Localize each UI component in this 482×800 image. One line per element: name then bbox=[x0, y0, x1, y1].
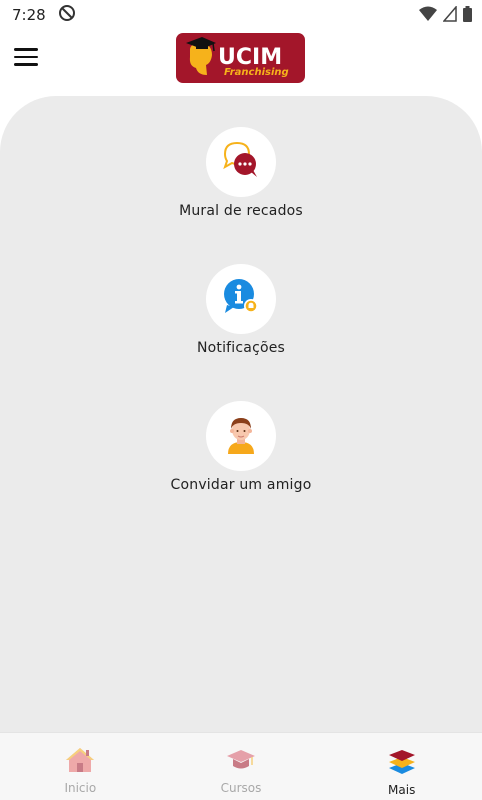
nav-item-mais[interactable]: Mais bbox=[321, 733, 482, 800]
signal-icon bbox=[442, 4, 457, 26]
menu-icon-circle bbox=[206, 401, 276, 471]
bottom-navigation: Inicio Cursos Mais bbox=[0, 732, 482, 800]
menu-item-notificacoes[interactable]: Notificações bbox=[0, 264, 482, 356]
menu-item-label: Mural de recados bbox=[179, 203, 303, 219]
nav-label-inicio: Inicio bbox=[64, 781, 97, 795]
nav-label-mais: Mais bbox=[388, 783, 416, 797]
menu-icon-circle bbox=[206, 264, 276, 334]
menu-item-convidar-amigo[interactable]: Convidar um amigo bbox=[0, 401, 482, 493]
do-not-disturb-icon bbox=[58, 4, 76, 26]
wifi-icon bbox=[419, 6, 437, 26]
home-icon bbox=[65, 747, 95, 777]
menu-item-label: Notificações bbox=[196, 340, 286, 356]
layers-icon bbox=[387, 747, 417, 779]
menu-item-mural-de-recados[interactable]: Mural de recados bbox=[0, 127, 482, 219]
graduation-cap-icon bbox=[226, 747, 256, 777]
main-content: Mural de recados Notificações Convidar u… bbox=[0, 96, 482, 732]
status-time: 7:28 bbox=[12, 6, 46, 24]
status-indicators bbox=[419, 4, 472, 26]
nav-item-cursos[interactable]: Cursos bbox=[161, 733, 322, 800]
menu-item-label: Convidar um amigo bbox=[170, 477, 312, 493]
hamburger-menu-icon[interactable] bbox=[14, 48, 38, 68]
nav-label-cursos: Cursos bbox=[220, 781, 262, 795]
menu-icon-circle bbox=[206, 127, 276, 197]
nav-item-inicio[interactable]: Inicio bbox=[0, 733, 161, 800]
logo-subtitle: Franchising bbox=[224, 67, 289, 78]
app-bar: UCIM Franchising bbox=[0, 30, 482, 86]
chat-bubbles-icon bbox=[221, 140, 261, 184]
ucim-franchising-logo: UCIM Franchising bbox=[176, 33, 305, 83]
info-bell-icon bbox=[221, 277, 261, 321]
status-bar: 7:28 bbox=[0, 0, 482, 30]
battery-icon bbox=[463, 6, 472, 26]
user-avatar-icon bbox=[221, 414, 261, 458]
